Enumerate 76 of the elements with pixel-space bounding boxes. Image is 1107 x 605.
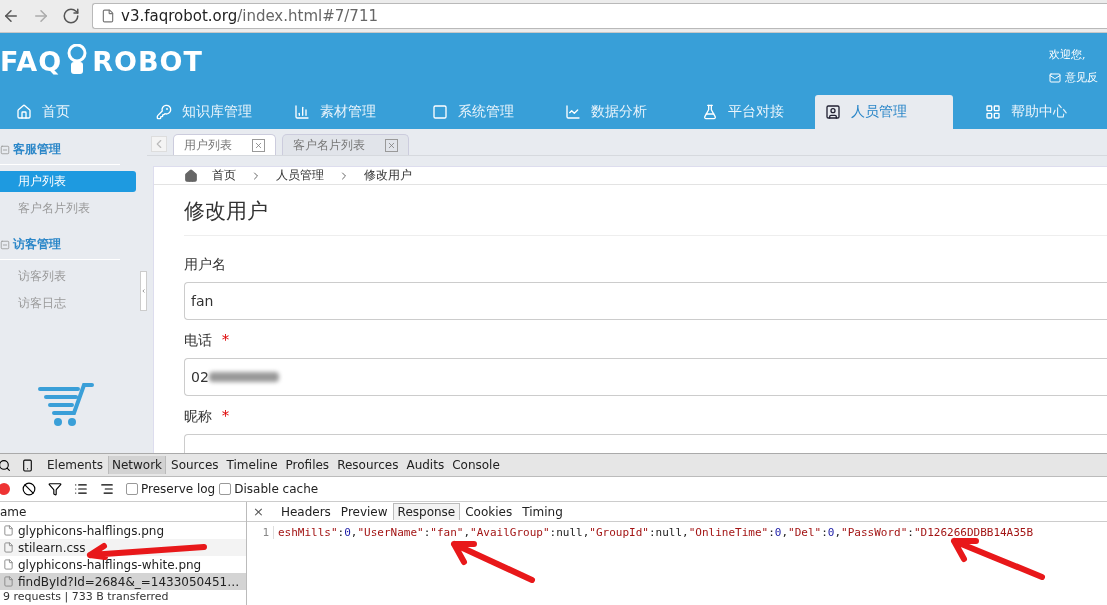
search-icon[interactable] xyxy=(0,458,11,472)
detail-tab[interactable]: Headers xyxy=(275,503,336,520)
page-title: 修改用户 xyxy=(184,185,1107,236)
status-text: 9 requests | 733 B transferred xyxy=(2,590,170,603)
field-label: 昵称 xyxy=(184,408,212,426)
list-icon[interactable] xyxy=(74,482,88,496)
detail-tab[interactable]: Preview xyxy=(335,503,393,520)
breadcrumb-link[interactable]: 首页 xyxy=(212,167,236,184)
collapse-icon[interactable] xyxy=(0,239,10,250)
devtools-tab[interactable]: Console xyxy=(449,456,503,474)
mail-icon xyxy=(1049,71,1061,84)
url-text: v3.faqrobot.org/index.html#7/711 xyxy=(121,7,378,25)
cart-icon xyxy=(38,381,94,427)
address-bar[interactable]: v3.faqrobot.org/index.html#7/711 xyxy=(92,3,1107,29)
field-label: 用户名 xyxy=(184,256,226,274)
back-icon[interactable] xyxy=(2,7,20,25)
nav-icon xyxy=(156,104,173,120)
nav-icon xyxy=(294,104,311,120)
file-icon xyxy=(3,559,14,570)
devtools-tab[interactable]: Network xyxy=(107,456,167,474)
page-tab[interactable]: 客户名片列表 xyxy=(282,134,409,155)
nav-icon xyxy=(701,104,718,120)
devtools-tab[interactable]: Profiles xyxy=(282,456,333,474)
detail-tab[interactable]: Response xyxy=(392,503,461,520)
collapse-icon[interactable] xyxy=(0,144,10,155)
field-value: 02 xyxy=(191,369,209,385)
file-icon xyxy=(3,542,14,553)
input-field[interactable]: fan xyxy=(184,282,1107,320)
reload-icon[interactable] xyxy=(62,7,80,25)
nav-icon xyxy=(824,104,841,120)
clear-icon[interactable] xyxy=(22,482,36,496)
detail-tab[interactable]: Timing xyxy=(517,503,568,520)
group-title: 访客管理 xyxy=(13,236,61,253)
devtools-tab[interactable]: Timeline xyxy=(223,456,281,474)
checkbox[interactable] xyxy=(219,483,232,495)
nav-icon xyxy=(565,104,582,120)
file-icon xyxy=(3,525,14,536)
close-button[interactable]: × xyxy=(253,504,264,519)
filter-icon[interactable] xyxy=(48,482,62,496)
logo-text: ROBOT xyxy=(92,45,203,77)
forward-icon[interactable] xyxy=(32,7,50,25)
close-icon[interactable] xyxy=(385,138,398,152)
required-mark: * xyxy=(222,332,229,350)
collapse-handle[interactable] xyxy=(140,271,147,311)
nav-icon xyxy=(16,104,32,120)
field-label: 电话 xyxy=(184,332,212,350)
devtools-tab[interactable]: Elements xyxy=(44,456,106,474)
devtools-tab[interactable]: Resources xyxy=(334,456,402,474)
devtools-tab[interactable]: Sources xyxy=(168,456,222,474)
logo-text: FAQ xyxy=(0,45,63,77)
field-value: fan xyxy=(191,293,214,309)
page-tab[interactable]: 用户列表 xyxy=(173,134,276,155)
checkbox[interactable] xyxy=(126,483,138,495)
request-row[interactable]: findById?Id=2684&_=1433050451… xyxy=(0,573,246,590)
group-title: 客服管理 xyxy=(13,141,61,158)
home-icon xyxy=(184,168,198,183)
line-number: 1 xyxy=(247,526,274,539)
nav-icon xyxy=(984,104,1001,120)
page-icon xyxy=(101,9,115,23)
scroll-left-icon[interactable] xyxy=(151,136,167,152)
input-field[interactable]: 02 xyxy=(184,358,1107,396)
devtools-tab[interactable]: Audits xyxy=(403,456,448,474)
nav-icon xyxy=(432,104,449,120)
checkbox-label: Preserve log xyxy=(141,482,216,496)
close-icon[interactable] xyxy=(252,138,265,152)
welcome-text: 欢迎您, xyxy=(1049,47,1087,62)
breadcrumb-link[interactable]: 人员管理 xyxy=(276,167,324,184)
column-header: ame xyxy=(0,504,27,519)
file-icon xyxy=(3,576,14,587)
waterfall-icon[interactable] xyxy=(100,482,114,496)
response-text: eshMills":0,"UserName":"fan","AvailGroup":null,"GroupId":null,"OnlineTime":0,"Del":0,"PassWord":"D126266DDBB14A35B xyxy=(278,526,1034,539)
record-icon[interactable] xyxy=(0,483,10,495)
required-mark: * xyxy=(222,408,229,426)
detail-tab[interactable]: Cookies xyxy=(460,503,518,520)
checkbox-label: Disable cache xyxy=(234,482,319,496)
device-icon[interactable] xyxy=(21,458,34,472)
